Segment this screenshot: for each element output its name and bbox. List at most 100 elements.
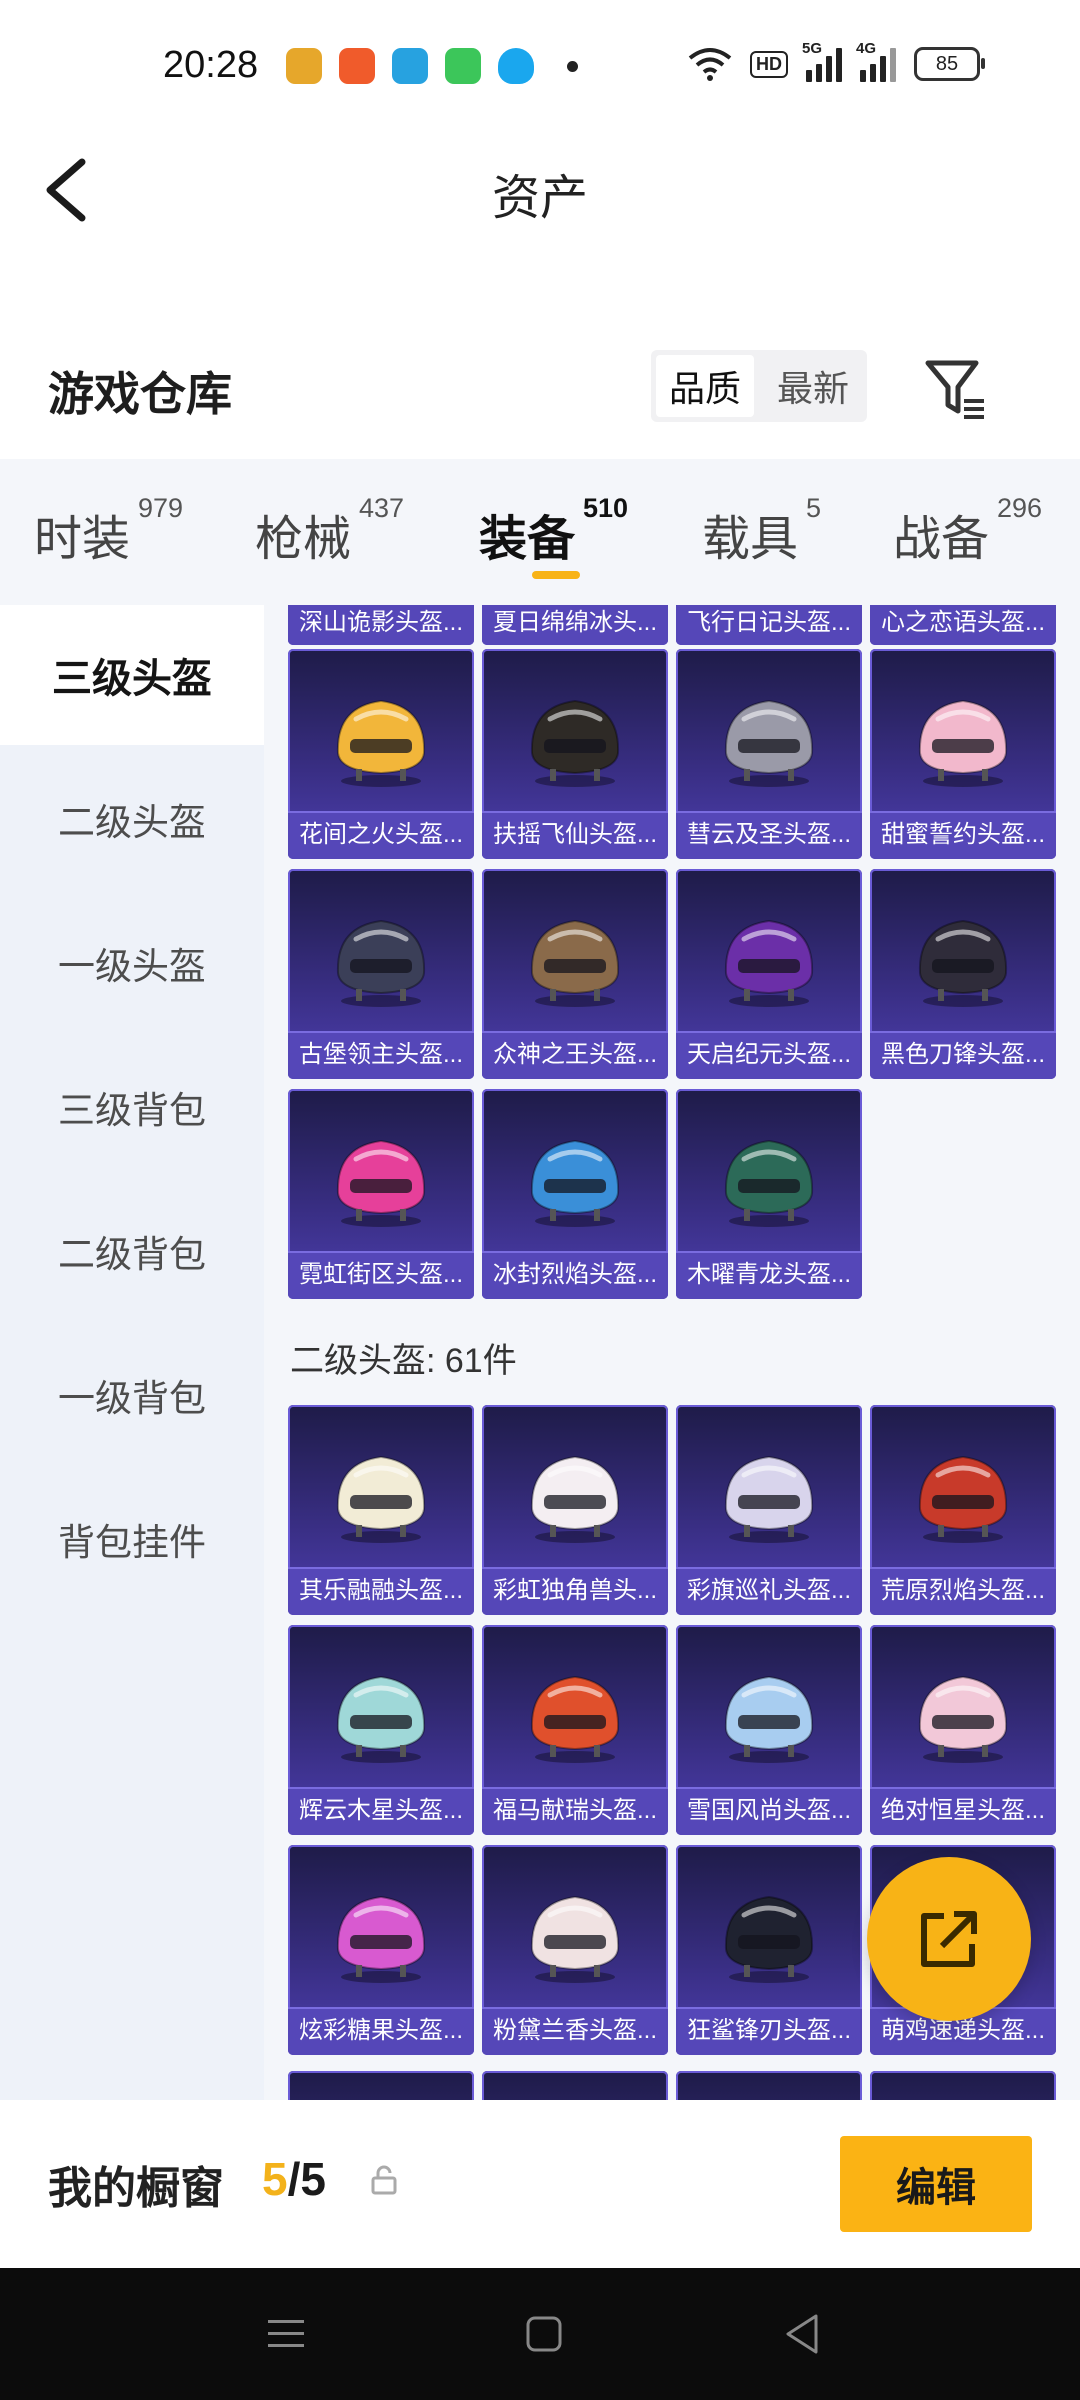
sidebar-item-level3-helmet[interactable]: 三级头盔 [0,605,264,745]
helmet-image [724,699,814,787]
item-card[interactable]: 荒原烈焰头盔... [870,1405,1056,1615]
helmet-image [530,699,620,787]
sort-newest-option[interactable]: 最新 [764,355,862,417]
game-app-icon [286,48,322,84]
helmet-image [530,1895,620,1983]
item-card[interactable]: 彗云及圣头盔... [676,649,862,859]
helmet-image [724,1895,814,1983]
tab-fashion[interactable]: 时装979 [34,493,183,569]
item-card[interactable]: 彩虹独角兽头... [482,1405,668,1615]
helmet-image [724,1139,814,1227]
item-name: 粉黛兰香头盔... [482,2007,668,2055]
item-card[interactable]: 黑色刀锋头盔... [870,869,1056,1079]
home-icon[interactable] [524,2314,564,2354]
menu-icon[interactable] [266,2314,306,2354]
item-card[interactable]: 天启纪元头盔... [676,869,862,1079]
helmet-image [336,699,426,787]
panda-app-icon [392,48,428,84]
sidebar-item-level1-helmet[interactable]: 一级头盔 [0,893,264,1033]
item-card[interactable]: 粉黛兰香头盔... [482,1845,668,2055]
hd-voice-icon: HD [750,50,788,78]
item-card[interactable]: 绝对恒星头盔... [870,1625,1056,1835]
sidebar-item-level2-backpack[interactable]: 二级背包 [0,1181,264,1321]
item-card[interactable]: 古堡领主头盔... [288,869,474,1079]
battery-level: 85 [935,52,959,75]
notification-icons [286,48,578,84]
showcase-current: 5 [262,2153,288,2205]
sidebar-item-level1-backpack[interactable]: 一级背包 [0,1325,264,1465]
signal-5g-icon: 5G [802,40,842,82]
item-card[interactable]: 深山诡影头盔... [288,605,474,645]
status-bar: 20:28 HD 5G 4G 85 [0,0,1080,136]
warehouse-title: 游戏仓库 [48,368,232,420]
item-card[interactable]: 其乐融融头盔... [288,1405,474,1615]
item-name: 夏日绵绵冰头... [482,605,668,645]
item-card[interactable]: 辉云木星头盔... [288,1625,474,1835]
showcase-total: 5 [300,2153,326,2205]
sidebar-item-level2-helmet[interactable]: 二级头盔 [0,749,264,889]
message-app-icon [445,48,481,84]
item-name: 绝对恒星头盔... [870,1787,1056,1835]
item-name: 花间之火头盔... [288,811,474,859]
item-card[interactable]: 霓虹街区头盔... [288,1089,474,1299]
back-icon[interactable] [782,2312,822,2356]
item-card[interactable] [870,2071,1056,2100]
helmet-image [724,1455,814,1543]
tab-equipment[interactable]: 装备510 [479,493,628,569]
helmet-image [336,1139,426,1227]
showcase-label: 我的橱窗 [48,2164,224,2213]
active-tab-indicator [532,571,580,579]
tab-count: 437 [359,493,405,523]
tab-firearms[interactable]: 枪械437 [255,493,404,569]
helmet-image [336,1675,426,1763]
helmet-image [336,1895,426,1983]
helmet-image [530,1675,620,1763]
item-card[interactable]: 狂鲨锋刃头盔... [676,1845,862,2055]
tab-count: 5 [806,493,822,523]
helmet-image [336,1455,426,1543]
showcase-count: 5/5 [262,2152,326,2206]
item-card[interactable]: 炫彩糖果头盔... [288,1845,474,2055]
edit-button[interactable]: 编辑 [840,2136,1032,2232]
item-name: 彩旗巡礼头盔... [676,1567,862,1615]
item-card[interactable]: 夏日绵绵冰头... [482,605,668,645]
item-card[interactable]: 雪国风尚头盔... [676,1625,862,1835]
helmet-image [530,919,620,1007]
helmet-image [918,1455,1008,1543]
battery-icon: 85 [914,47,985,81]
item-name: 黑色刀锋头盔... [870,1031,1056,1079]
sort-quality-option[interactable]: 品质 [656,355,754,417]
sidebar-item-backpack-charm[interactable]: 背包挂件 [0,1469,264,1609]
item-card[interactable] [676,2071,862,2100]
item-name: 众神之王头盔... [482,1031,668,1079]
item-name: 狂鲨锋刃头盔... [676,2007,862,2055]
share-export-icon [921,1911,977,1967]
item-card[interactable] [288,2071,474,2100]
item-name: 天启纪元头盔... [676,1031,862,1079]
helmet-image [724,919,814,1007]
sidebar-item-level3-backpack[interactable]: 三级背包 [0,1037,264,1177]
share-button[interactable] [867,1857,1031,2021]
item-card[interactable]: 扶摇飞仙头盔... [482,649,668,859]
item-name: 古堡领主头盔... [288,1031,474,1079]
helmet-image [336,919,426,1007]
tab-label: 装备 [479,513,576,566]
item-card[interactable]: 心之恋语头盔... [870,605,1056,645]
item-name: 福马献瑞头盔... [482,1787,668,1835]
item-card[interactable]: 甜蜜誓约头盔... [870,649,1056,859]
helmet-image [918,699,1008,787]
item-card[interactable]: 飞行日记头盔... [676,605,862,645]
item-card[interactable]: 福马献瑞头盔... [482,1625,668,1835]
item-card[interactable]: 冰封烈焰头盔... [482,1089,668,1299]
item-card[interactable] [482,2071,668,2100]
helmet-image [918,919,1008,1007]
tab-vehicles[interactable]: 载具5 [702,493,821,569]
item-card[interactable]: 木曜青龙头盔... [676,1089,862,1299]
item-name: 心之恋语头盔... [870,605,1056,645]
item-card[interactable]: 彩旗巡礼头盔... [676,1405,862,1615]
item-card[interactable]: 众神之王头盔... [482,869,668,1079]
item-name: 辉云木星头盔... [288,1787,474,1835]
tab-gear[interactable]: 战备296 [893,493,1042,569]
filter-icon[interactable] [922,355,988,421]
item-card[interactable]: 花间之火头盔... [288,649,474,859]
